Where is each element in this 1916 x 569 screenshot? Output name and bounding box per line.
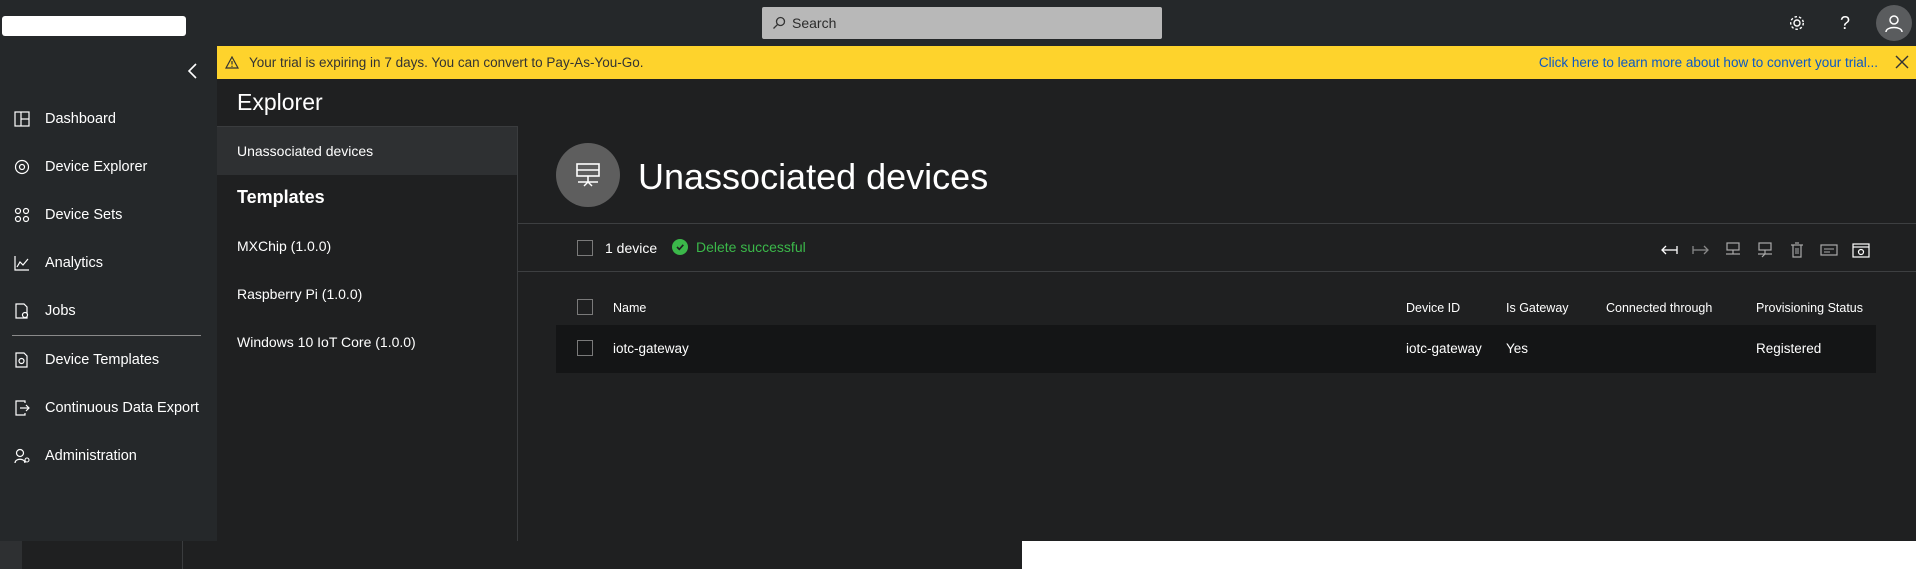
success-check-icon xyxy=(672,239,688,255)
warning-icon xyxy=(225,56,239,69)
search-input[interactable]: Search xyxy=(762,7,1162,39)
sidebar-item-label: Device Sets xyxy=(45,207,123,223)
sidebar-item-label: Dashboard xyxy=(45,111,116,127)
migrate-device-icon[interactable] xyxy=(1754,240,1776,260)
header-checkbox[interactable] xyxy=(577,299,593,315)
search-icon xyxy=(773,16,786,29)
user-icon xyxy=(1885,15,1903,33)
page-title: Explorer xyxy=(237,89,323,115)
status-message: Delete successful xyxy=(672,239,806,255)
delete-trash-icon[interactable] xyxy=(1786,240,1808,260)
template-item-raspberry-pi[interactable]: Raspberry Pi (1.0.0) xyxy=(217,270,517,318)
is-gateway-cell: Yes xyxy=(1506,341,1529,356)
bottom-strip xyxy=(0,541,1022,569)
column-header-name[interactable]: Name xyxy=(613,301,646,315)
block-device-icon[interactable] xyxy=(1818,240,1840,260)
sidebar: Dashboard Device Explorer Device Sets An… xyxy=(0,46,217,541)
app-logo xyxy=(2,16,186,36)
dashboard-icon xyxy=(12,109,32,129)
template-item-mxchip[interactable]: MXChip (1.0.0) xyxy=(217,222,517,270)
devices-icon xyxy=(556,143,620,207)
avatar[interactable] xyxy=(1876,5,1912,41)
sidebar-item-administration[interactable]: Administration xyxy=(0,436,217,476)
sidebar-item-dashboard[interactable]: Dashboard xyxy=(0,99,217,139)
status-text: Delete successful xyxy=(696,239,806,255)
sidebar-item-label: Administration xyxy=(45,448,137,464)
associate-icon[interactable] xyxy=(1658,240,1680,260)
toolbar-divider xyxy=(518,271,1916,272)
column-header-provisioning-status[interactable]: Provisioning Status xyxy=(1756,301,1863,315)
sidebar-item-label: Device Templates xyxy=(45,352,160,368)
disassociate-icon[interactable] xyxy=(1690,240,1712,260)
help-icon[interactable]: ? xyxy=(1830,8,1860,38)
main-content: Unassociated devices 1 device Delete suc… xyxy=(518,126,1916,541)
column-header-connected-through[interactable]: Connected through xyxy=(1606,301,1712,315)
sidebar-item-label: Device Explorer xyxy=(45,159,148,175)
device-sets-icon xyxy=(12,205,32,225)
sidebar-item-device-sets[interactable]: Device Sets xyxy=(0,195,217,235)
sidebar-item-continuous-data-export[interactable]: Continuous Data Export xyxy=(0,388,217,428)
device-explorer-icon xyxy=(12,157,32,177)
device-count: 1 device xyxy=(605,240,658,256)
column-header-device-id[interactable]: Device ID xyxy=(1406,301,1460,315)
bottom-blank-area xyxy=(1022,541,1916,569)
templates-heading: Templates xyxy=(237,187,325,207)
device-id-cell: iotc-gateway xyxy=(1406,341,1482,356)
bottom-strip-left xyxy=(0,541,22,569)
select-all-checkbox[interactable] xyxy=(577,240,593,256)
sidebar-item-device-templates[interactable]: Device Templates xyxy=(0,340,217,380)
data-export-icon xyxy=(12,398,32,418)
convert-trial-link[interactable]: Click here to learn more about how to co… xyxy=(1539,55,1878,70)
bottom-strip-divider xyxy=(182,541,183,569)
settings-gear-icon[interactable] xyxy=(1782,8,1812,38)
sidebar-item-jobs[interactable]: Jobs xyxy=(0,291,217,331)
unassociated-devices-item[interactable]: Unassociated devices xyxy=(217,127,517,175)
table-row[interactable] xyxy=(556,325,1876,373)
provisioning-status-cell: Registered xyxy=(1756,341,1822,356)
trial-banner: Your trial is expiring in 7 days. You ca… xyxy=(217,46,1916,79)
connect-device-icon[interactable] xyxy=(1850,240,1872,260)
title-divider xyxy=(518,223,1916,224)
trial-message: Your trial is expiring in 7 days. You ca… xyxy=(249,55,644,70)
sidebar-item-device-explorer[interactable]: Device Explorer xyxy=(0,147,217,187)
analytics-icon xyxy=(12,253,32,273)
set-gateway-icon[interactable] xyxy=(1722,240,1744,260)
device-name-cell[interactable]: iotc-gateway xyxy=(613,341,689,356)
close-icon[interactable] xyxy=(1894,54,1910,70)
sidebar-item-label: Jobs xyxy=(45,303,76,319)
sidebar-item-analytics[interactable]: Analytics xyxy=(0,243,217,283)
column-header-is-gateway[interactable]: Is Gateway xyxy=(1506,301,1569,315)
template-item-windows-iot[interactable]: Windows 10 IoT Core (1.0.0) xyxy=(217,318,517,366)
devices-title: Unassociated devices xyxy=(638,156,989,197)
jobs-icon xyxy=(12,301,32,321)
search-placeholder: Search xyxy=(792,15,837,31)
administration-icon xyxy=(12,446,32,466)
top-bar: Search ? xyxy=(0,0,1916,46)
sidebar-item-label: Continuous Data Export xyxy=(45,400,199,416)
device-templates-icon xyxy=(12,350,32,370)
explorer-pane: Unassociated devices Templates MXChip (1… xyxy=(217,126,517,541)
sidebar-item-label: Analytics xyxy=(45,255,104,271)
row-checkbox[interactable] xyxy=(577,340,593,356)
sidebar-divider xyxy=(12,335,201,336)
collapse-sidebar-chevron-icon[interactable] xyxy=(182,60,204,82)
